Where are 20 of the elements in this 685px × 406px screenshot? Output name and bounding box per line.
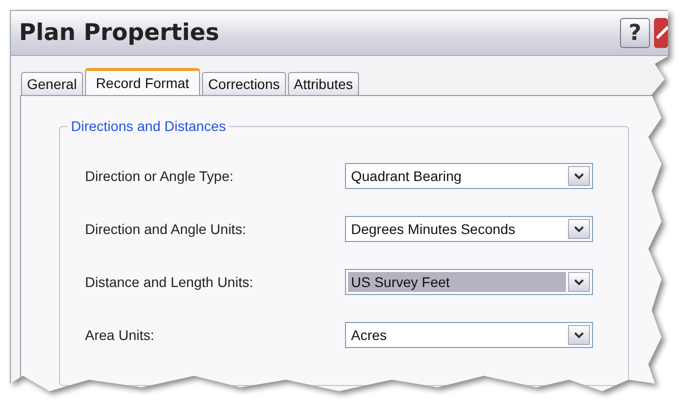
field-label: Direction or Angle Type: [85,168,234,184]
dropdown[interactable]: Acres [345,322,593,348]
caret-icon[interactable] [574,172,584,180]
caret-icon[interactable] [574,332,584,338]
tab[interactable]: Corrections [202,72,286,95]
tab[interactable]: Attributes [288,72,359,95]
close-icon[interactable] [654,18,668,48]
dropdown[interactable]: US Survey Feet [345,269,593,295]
tab[interactable]: General [21,72,83,95]
field-label: Area Units: [85,327,156,343]
group-title: Directions and Distances [68,118,229,134]
field-label: Direction and Angle Units: [85,221,248,237]
field-label: Distance and Length Units: [85,274,254,290]
caret-icon[interactable] [574,278,584,286]
window-title: Plan Properties [19,20,220,46]
dropdown[interactable]: Quadrant Bearing [345,163,593,189]
tab[interactable]: Record Format [84,68,200,95]
caret-icon[interactable] [574,226,584,232]
dropdown[interactable]: Degrees Minutes Seconds [345,216,593,242]
help-button[interactable]: ? [620,18,650,48]
